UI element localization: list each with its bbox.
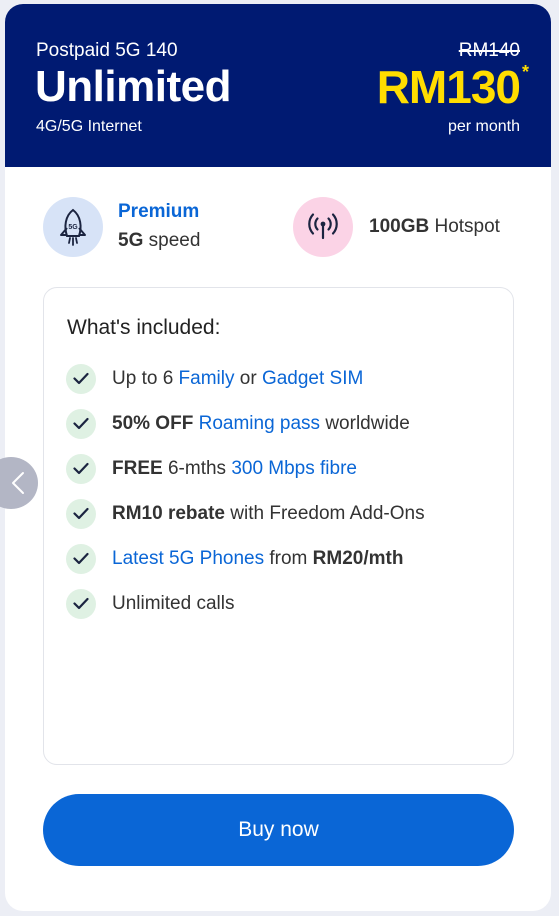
hotspot-antenna-icon [293, 197, 353, 257]
price-period: per month [447, 118, 520, 135]
included-title: What's included: [67, 316, 221, 339]
feature-5g-speed: 5G Premium 5G speed [43, 197, 273, 257]
item-text: 50% OFF Roaming pass worldwide [112, 412, 410, 434]
item-text: Latest 5G Phones from RM20/mth [112, 547, 404, 569]
feature-premium-label: Premium [118, 201, 200, 222]
price-footnote-mark: * [521, 62, 529, 82]
list-item: Up to 6 Family or Gadget SIM [66, 356, 425, 401]
check-icon [66, 408, 96, 439]
check-icon [66, 498, 96, 529]
item-text: Unlimited calls [112, 592, 235, 614]
feature-hotspot: 100GB Hotspot [293, 197, 533, 257]
list-item: RM10 rebate with Freedom Add-Ons [66, 491, 425, 536]
list-item: Latest 5G Phones from RM20/mth [66, 536, 425, 581]
plan-card: Postpaid 5G 140 Unlimited 4G/5G Internet… [5, 4, 551, 911]
list-item: Unlimited calls [66, 581, 425, 626]
chevron-left-icon [12, 472, 24, 494]
rocket-5g-icon: 5G [43, 197, 103, 257]
list-item: FREE 6-mths 300 Mbps fibre [66, 446, 425, 491]
5g-phones-link[interactable]: Latest 5G Phones [112, 548, 264, 569]
svg-text:5G: 5G [68, 224, 78, 231]
feature-speed-label: 5G speed [118, 230, 201, 251]
check-icon [66, 453, 96, 484]
check-icon [66, 588, 96, 619]
included-box: What's included: Up to 6 Family or Gadge… [43, 287, 514, 765]
list-item: 50% OFF Roaming pass worldwide [66, 401, 425, 446]
buy-now-button[interactable]: Buy now [43, 794, 514, 866]
plan-subtitle: Postpaid 5G 140 [36, 40, 178, 61]
roaming-pass-link[interactable]: Roaming pass [199, 413, 320, 434]
plan-name: Unlimited [35, 62, 231, 111]
feature-hotspot-label: 100GB Hotspot [369, 216, 500, 237]
item-text: FREE 6-mths 300 Mbps fibre [112, 457, 357, 479]
check-icon [66, 363, 96, 394]
item-text: RM10 rebate with Freedom Add-Ons [112, 502, 425, 524]
gadget-sim-link[interactable]: Gadget SIM [262, 368, 363, 389]
price-group: RM130 * [376, 60, 529, 113]
family-link[interactable]: Family [179, 368, 235, 389]
included-list: Up to 6 Family or Gadget SIM 50% OFF Roa… [66, 356, 425, 626]
plan-header: Postpaid 5G 140 Unlimited 4G/5G Internet… [5, 4, 551, 167]
item-text: Up to 6 Family or Gadget SIM [112, 367, 364, 389]
current-price: RM130 [376, 61, 521, 113]
old-price: RM140 [458, 40, 520, 61]
check-icon [66, 543, 96, 574]
fibre-link[interactable]: 300 Mbps fibre [231, 458, 357, 479]
plan-network: 4G/5G Internet [36, 118, 142, 135]
